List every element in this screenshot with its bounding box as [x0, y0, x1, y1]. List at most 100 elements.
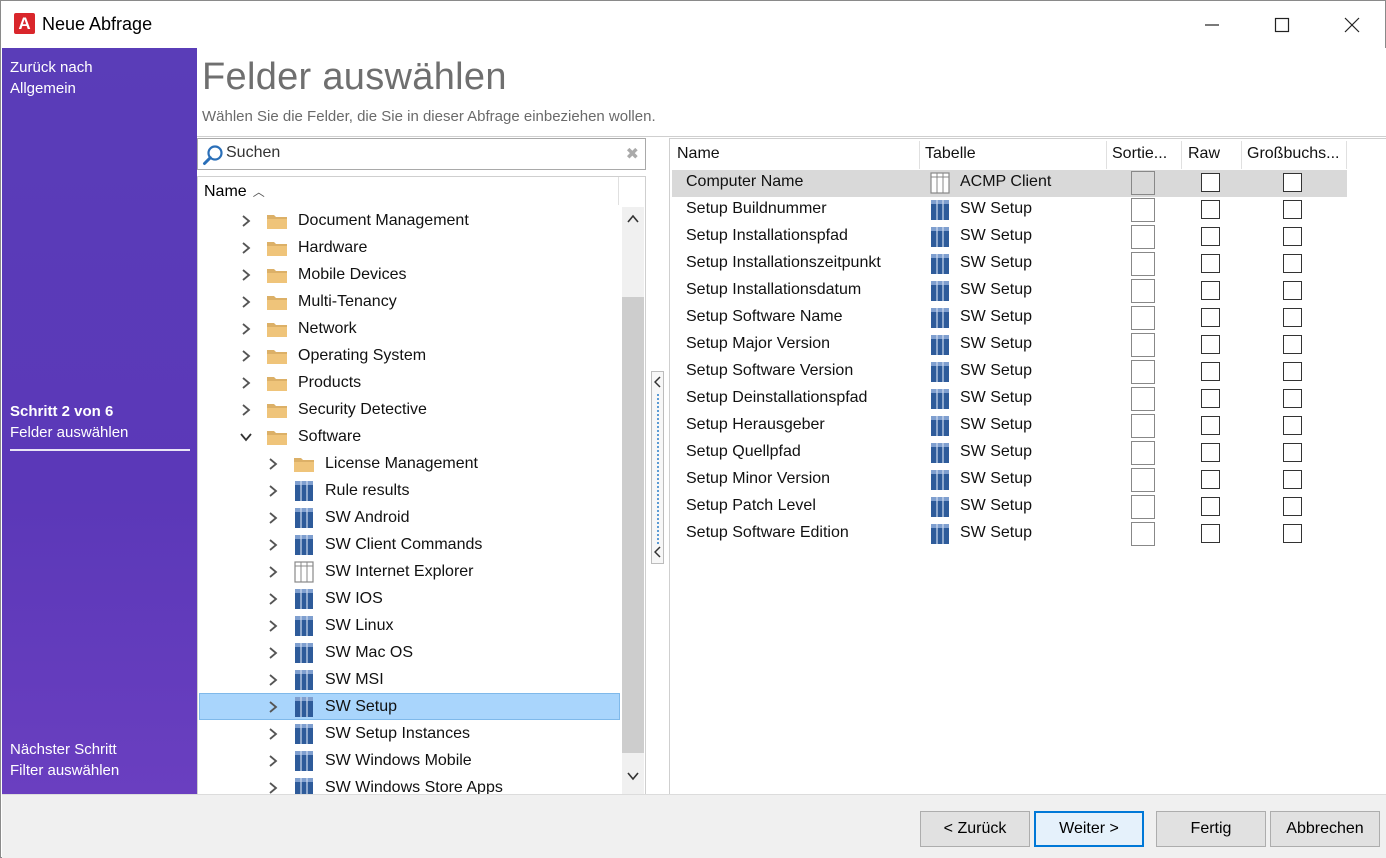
tree-item[interactable]: SW Mac OS	[265, 639, 413, 666]
column-header-name[interactable]: Name	[677, 145, 720, 163]
field-row[interactable]: Computer Name ACMP Client	[672, 170, 1347, 197]
raw-checkbox[interactable]	[1201, 497, 1220, 516]
scrollbar-thumb[interactable]	[622, 297, 644, 753]
field-row[interactable]: Setup Herausgeber SW Setup	[672, 413, 1347, 440]
tree-item[interactable]: Multi-Tenancy	[238, 288, 397, 315]
sort-checkbox[interactable]	[1131, 225, 1155, 249]
tree-item[interactable]: Rule results	[265, 477, 409, 504]
sort-checkbox[interactable]	[1131, 333, 1155, 357]
chevron-right-icon[interactable]	[265, 456, 281, 472]
next-button[interactable]: Weiter >	[1034, 811, 1144, 847]
sort-checkbox[interactable]	[1131, 468, 1155, 492]
raw-checkbox[interactable]	[1201, 389, 1220, 408]
raw-checkbox[interactable]	[1201, 524, 1220, 543]
chevron-right-icon[interactable]	[265, 726, 281, 742]
uppercase-checkbox[interactable]	[1283, 497, 1302, 516]
field-row[interactable]: Setup Minor Version SW Setup	[672, 467, 1347, 494]
sort-checkbox[interactable]	[1131, 387, 1155, 411]
uppercase-checkbox[interactable]	[1283, 173, 1302, 192]
tree-item[interactable]: Software	[238, 423, 361, 450]
sort-checkbox[interactable]	[1131, 198, 1155, 222]
raw-checkbox[interactable]	[1201, 470, 1220, 489]
uppercase-checkbox[interactable]	[1283, 470, 1302, 489]
back-to-step-link[interactable]: Zurück nach Allgemein	[10, 57, 93, 99]
uppercase-checkbox[interactable]	[1283, 308, 1302, 327]
field-row[interactable]: Setup Installationsdatum SW Setup	[672, 278, 1347, 305]
chevron-right-icon[interactable]	[238, 348, 254, 364]
tree-item[interactable]: SW MSI	[265, 666, 384, 693]
chevron-right-icon[interactable]	[265, 510, 281, 526]
tree-item[interactable]: Security Detective	[238, 396, 427, 423]
chevron-right-icon[interactable]	[265, 780, 281, 795]
raw-checkbox[interactable]	[1201, 416, 1220, 435]
uppercase-checkbox[interactable]	[1283, 254, 1302, 273]
raw-checkbox[interactable]	[1201, 227, 1220, 246]
uppercase-checkbox[interactable]	[1283, 335, 1302, 354]
tree-item[interactable]: Products	[238, 369, 361, 396]
chevron-right-icon[interactable]	[238, 321, 254, 337]
column-header-table[interactable]: Tabelle	[925, 145, 976, 163]
panel-splitter[interactable]	[651, 371, 664, 564]
chevron-right-icon[interactable]	[238, 375, 254, 391]
field-row[interactable]: Setup Software Version SW Setup	[672, 359, 1347, 386]
tree-item[interactable]: SW IOS	[265, 585, 383, 612]
sort-checkbox[interactable]	[1131, 522, 1155, 546]
field-row[interactable]: Setup Installationspfad SW Setup	[672, 224, 1347, 251]
chevron-down-icon[interactable]	[238, 429, 254, 445]
tree-item[interactable]: SW Setup Instances	[265, 720, 470, 747]
chevron-right-icon[interactable]	[238, 402, 254, 418]
tree-scrollbar[interactable]	[622, 207, 644, 794]
search-input[interactable]: Suchen ✖	[197, 138, 646, 170]
tree-item[interactable]: SW Windows Store Apps	[265, 774, 503, 794]
field-row[interactable]: Setup Installationszeitpunkt SW Setup	[672, 251, 1347, 278]
raw-checkbox[interactable]	[1201, 362, 1220, 381]
field-row[interactable]: Setup Deinstallationspfad SW Setup	[672, 386, 1347, 413]
tree-item[interactable]: Mobile Devices	[238, 261, 406, 288]
finish-button[interactable]: Fertig	[1156, 811, 1266, 847]
tree-item[interactable]: License Management	[265, 450, 478, 477]
raw-checkbox[interactable]	[1201, 200, 1220, 219]
column-header-raw[interactable]: Raw	[1188, 145, 1220, 163]
chevron-right-icon[interactable]	[265, 618, 281, 634]
tree-item[interactable]: SW Internet Explorer	[265, 558, 474, 585]
next-step-link[interactable]: Nächster Schritt Filter auswählen	[10, 739, 119, 781]
chevron-right-icon[interactable]	[265, 537, 281, 553]
chevron-right-icon[interactable]	[265, 699, 281, 715]
tree-item[interactable]: Network	[238, 315, 357, 342]
sort-checkbox[interactable]	[1131, 441, 1155, 465]
cancel-button[interactable]: Abbrechen	[1270, 811, 1380, 847]
tree-item[interactable]: Operating System	[238, 342, 426, 369]
chevron-right-icon[interactable]	[265, 753, 281, 769]
chevron-right-icon[interactable]	[265, 645, 281, 661]
tree-item[interactable]: SW Linux	[265, 612, 393, 639]
raw-checkbox[interactable]	[1201, 443, 1220, 462]
sort-checkbox[interactable]	[1131, 306, 1155, 330]
tree-column-header[interactable]: Name ︿	[204, 183, 265, 201]
chevron-right-icon[interactable]	[265, 591, 281, 607]
clear-search-icon[interactable]: ✖	[626, 144, 639, 164]
chevron-right-icon[interactable]	[265, 483, 281, 499]
back-button[interactable]: < Zurück	[920, 811, 1030, 847]
tree-item[interactable]: SW Android	[265, 504, 409, 531]
tree-item[interactable]: Hardware	[238, 234, 367, 261]
field-row[interactable]: Setup Software Name SW Setup	[672, 305, 1347, 332]
raw-checkbox[interactable]	[1201, 173, 1220, 192]
minimize-button[interactable]	[1177, 1, 1247, 48]
uppercase-checkbox[interactable]	[1283, 443, 1302, 462]
field-row[interactable]: Setup Software Edition SW Setup	[672, 521, 1347, 548]
uppercase-checkbox[interactable]	[1283, 200, 1302, 219]
column-header-uppercase[interactable]: Großbuchs...	[1247, 145, 1347, 163]
uppercase-checkbox[interactable]	[1283, 416, 1302, 435]
field-row[interactable]: Setup Quellpfad SW Setup	[672, 440, 1347, 467]
sort-checkbox[interactable]	[1131, 360, 1155, 384]
raw-checkbox[interactable]	[1201, 335, 1220, 354]
chevron-right-icon[interactable]	[238, 294, 254, 310]
sort-checkbox[interactable]	[1131, 252, 1155, 276]
tree-item[interactable]: Document Management	[238, 207, 469, 234]
chevron-right-icon[interactable]	[265, 564, 281, 580]
field-row[interactable]: Setup Major Version SW Setup	[672, 332, 1347, 359]
sort-checkbox[interactable]	[1131, 171, 1155, 195]
chevron-right-icon[interactable]	[238, 240, 254, 256]
uppercase-checkbox[interactable]	[1283, 227, 1302, 246]
field-row[interactable]: Setup Buildnummer SW Setup	[672, 197, 1347, 224]
